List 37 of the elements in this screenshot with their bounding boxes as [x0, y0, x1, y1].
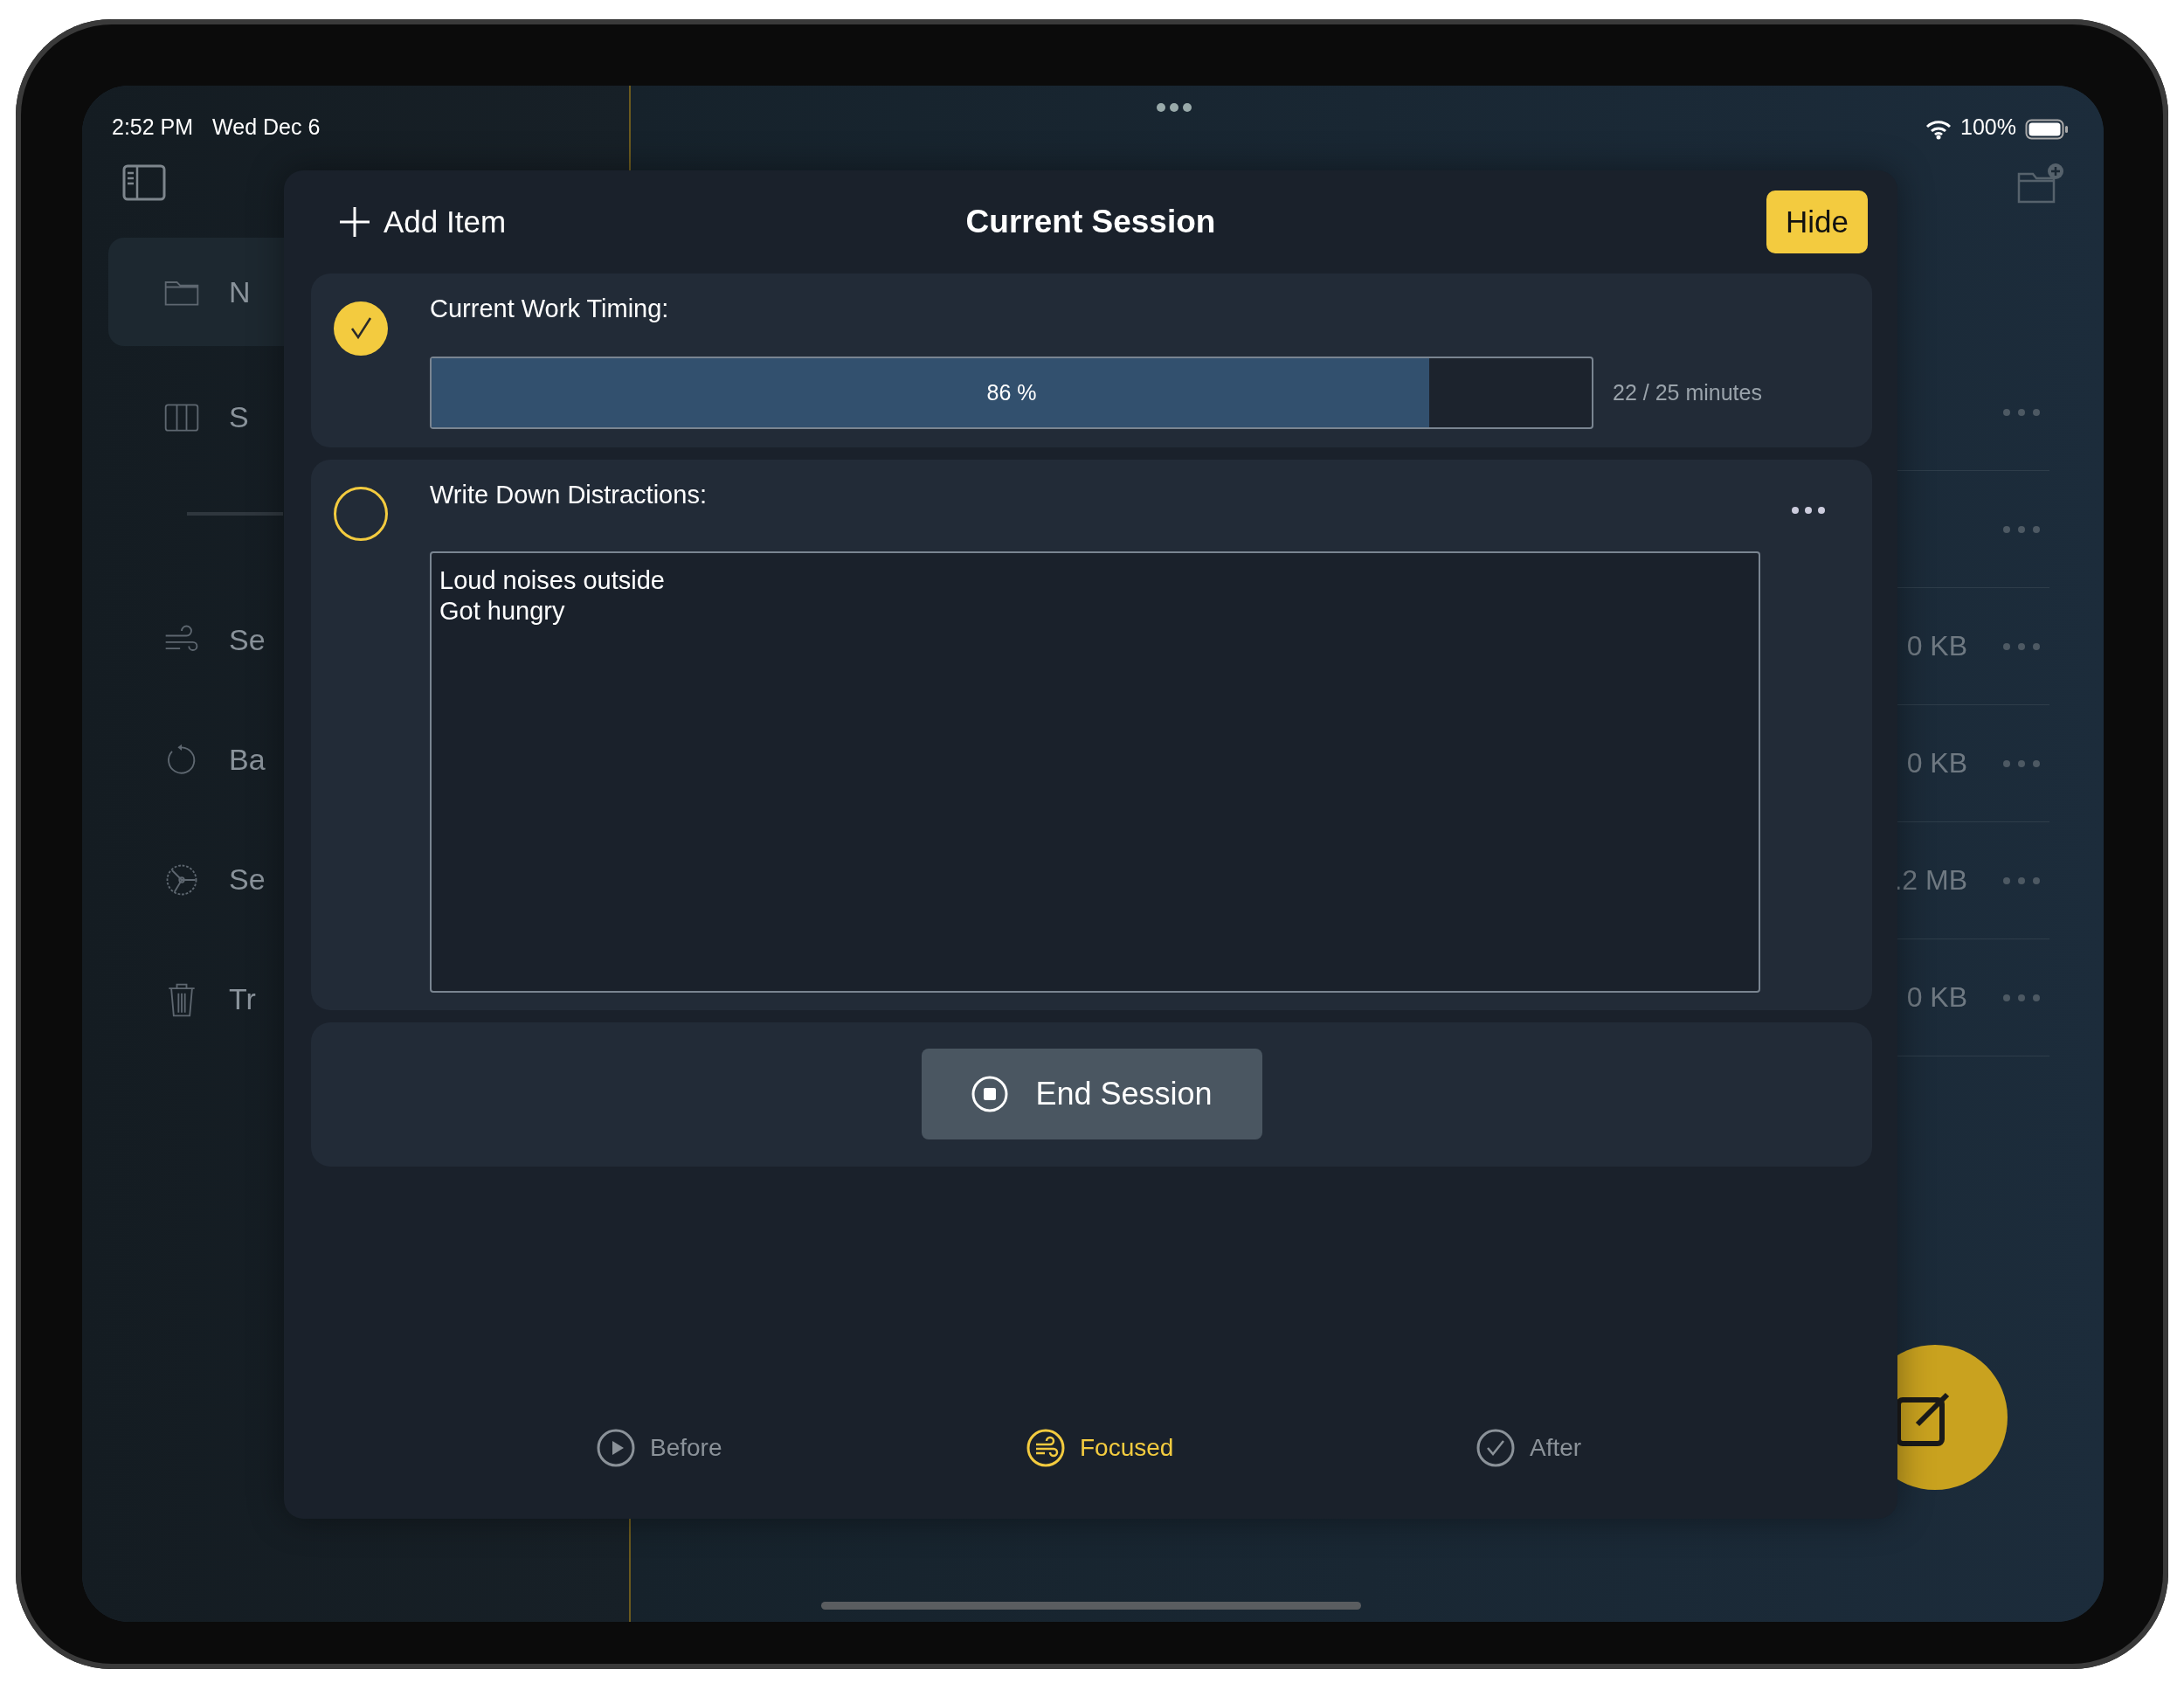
notes-field[interactable]: Loud noises outside Got hungry: [430, 551, 1760, 993]
plus-icon: [338, 205, 371, 239]
tab[interactable]: After: [1476, 1428, 1582, 1468]
task-label: Current Work Timing:: [430, 294, 669, 323]
sidebar-toggle-icon[interactable]: [122, 164, 166, 201]
wind-icon: [1026, 1428, 1066, 1468]
end-session-button[interactable]: End Session: [921, 1049, 1262, 1139]
tab[interactable]: Before: [596, 1428, 722, 1468]
check-icon: [1476, 1428, 1516, 1468]
progress-reading: 86 %: [986, 380, 1037, 405]
more-icon[interactable]: [1155, 101, 1193, 114]
status-time: 2:52 PM: [112, 114, 194, 140]
play-icon: [596, 1428, 636, 1468]
checkbox[interactable]: [334, 487, 388, 541]
sidebar-item[interactable]: S: [108, 357, 284, 477]
more-icon[interactable]: [1790, 505, 1827, 516]
hide-button[interactable]: Hide: [1766, 190, 1868, 253]
tab[interactable]: Focused: [1026, 1428, 1174, 1468]
file-size: 0 KB: [1906, 747, 1967, 779]
sidebar-item[interactable]: Se: [108, 580, 284, 700]
battery-percent: 100%: [1960, 114, 2016, 140]
task-label: Write Down Distractions:: [430, 481, 707, 509]
sidebar-item[interactable]: Ba: [108, 700, 284, 820]
file-size: 0 KB: [1906, 981, 1967, 1014]
file-size: .2 MB: [1894, 864, 1967, 897]
sidebar-item[interactable]: N: [108, 238, 284, 346]
status-date: Wed Dec 6: [212, 114, 321, 140]
wifi-icon: [1925, 119, 1952, 140]
panel-title: Current Session: [965, 204, 1216, 239]
progress-detail: 22 / 25 minutes: [1613, 380, 1762, 405]
stop-icon: [971, 1075, 1010, 1113]
battery-icon: [2025, 119, 2069, 140]
sidebar-item[interactable]: Se: [108, 820, 284, 939]
folder-plus-icon[interactable]: [2016, 162, 2065, 205]
file-size: 0 KB: [1906, 630, 1967, 662]
add-item-button[interactable]: Add Item: [338, 204, 507, 239]
sidebar-item[interactable]: Tr: [108, 939, 284, 1059]
